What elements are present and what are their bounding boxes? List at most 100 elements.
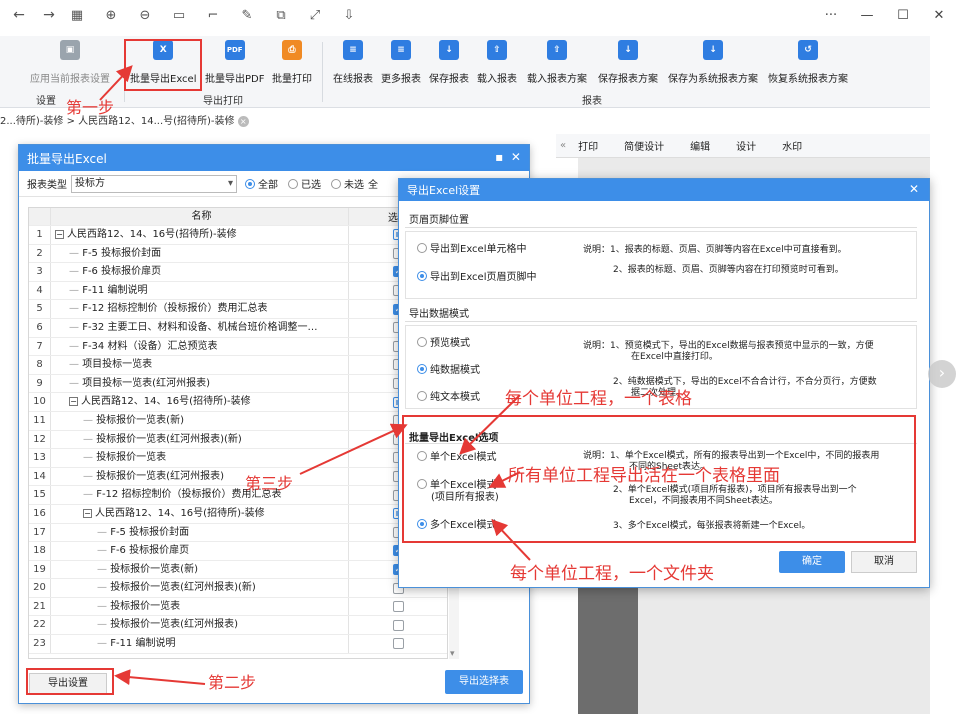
collapse-toggle-icon[interactable]: − (55, 230, 64, 239)
restore-system-scheme-button[interactable]: ↺ 恢复系统报表方案 (768, 40, 848, 85)
breadcrumb: 2...待所)-装修 > 人民西路12、14...号(招待所)-装修 × (0, 112, 249, 128)
tree-line: — (83, 489, 97, 501)
export-selected-button[interactable]: 导出选择表 (445, 670, 523, 694)
crop-icon[interactable]: ⌐ (196, 8, 230, 23)
select-checkbox[interactable] (392, 638, 404, 650)
maximize-button[interactable]: ☐ (885, 8, 921, 23)
dialog-title-bar: 批量导出Excel ▪ ✕ (19, 145, 529, 171)
table-row[interactable]: 15— F-12 招标控制价（投标报价）费用汇总表 (29, 486, 447, 505)
zoom-in-icon[interactable]: ⊕ (94, 8, 128, 23)
fullscreen-icon[interactable]: ⤢ (298, 8, 332, 23)
table-row[interactable]: 4— F-11 编制说明 (29, 281, 447, 301)
divider (405, 227, 917, 228)
save-report-button[interactable]: ↓ 保存报表 (429, 40, 469, 85)
select-checkbox[interactable] (392, 619, 404, 631)
option-header-footer[interactable]: 导出到Excel页眉页脚中 (417, 271, 537, 284)
more-reports-button[interactable]: ≡ 更多报表 (381, 40, 421, 85)
batch-export-pdf-button[interactable]: PDF 批量导出PDF (205, 40, 264, 85)
table-row[interactable]: 2— F-5 投标报价封面 (29, 244, 447, 264)
simple-design-tool[interactable]: 简便设计 (624, 138, 664, 153)
table-row[interactable]: 13— 投标报价一览表 (29, 449, 447, 468)
table-row[interactable]: 17— F-5 投标报价封面 (29, 523, 447, 543)
collapse-toggle-icon[interactable]: − (69, 397, 78, 407)
print-tool[interactable]: 打印 (578, 138, 598, 153)
collapse-toggle-icon[interactable]: − (83, 508, 92, 518)
online-report-button[interactable]: ≡ 在线报表 (333, 40, 373, 85)
tree-line: — (83, 470, 97, 482)
filter-all[interactable]: 全部 (245, 176, 278, 191)
row-number: 6 (29, 318, 51, 337)
table-row[interactable]: 8— 项目投标一览表 (29, 356, 447, 375)
table-row[interactable]: 7— F-34 材料（设备）汇总预览表 (29, 337, 447, 357)
report-grid: 名称 选择 1−人民西路12、14、16号(招待所)-装修2— F-5 投标报价… (28, 207, 448, 659)
batch-print-button[interactable]: ⎙ 批量打印 (272, 40, 312, 85)
design-tool[interactable]: 设计 (736, 138, 756, 153)
table-row[interactable]: 18— F-6 投标报价扉页✓ (29, 542, 447, 561)
tree-line: — (97, 638, 111, 650)
row-name: — F-11 编制说明 (51, 281, 349, 300)
watermark-tool[interactable]: 水印 (782, 138, 802, 153)
next-image-icon[interactable]: › (928, 360, 956, 388)
table-row[interactable]: 6— F-32 主要工日、材料和设备、机械台班价格调整一… (29, 318, 447, 338)
table-row[interactable]: 22— 投标报价一览表(红河州报表) (29, 616, 447, 636)
row-number: 15 (29, 486, 51, 504)
table-row[interactable]: 19— 投标报价一览表(新)✓ (29, 560, 447, 580)
option-cell[interactable]: 导出到Excel单元格中 (417, 243, 527, 256)
section-header-footer: 页眉页脚位置 (409, 215, 469, 226)
dialog-controls[interactable]: ▪ ✕ (495, 150, 521, 164)
close-tab-icon[interactable]: × (237, 116, 249, 127)
table-row[interactable]: 20— 投标报价一览表(红河州报表)(新) (29, 579, 447, 598)
table-row[interactable]: 5— F-12 招标控制价（投标报价）费用汇总表✓ (29, 300, 447, 319)
table-row[interactable]: 3— F-6 投标报价扉页✓ (29, 263, 447, 282)
load-report-button[interactable]: ⇧ 载入报表 (477, 40, 517, 85)
ok-button[interactable]: 确定 (779, 551, 845, 573)
table-row[interactable]: 10− 人民西路12、14、16号(招待所)-装修 (29, 393, 447, 412)
back-arrow-icon[interactable]: ← (8, 7, 30, 23)
collapse-icon[interactable]: « (560, 140, 566, 151)
cancel-button[interactable]: 取消 (851, 551, 917, 573)
close-button[interactable]: ✕ (921, 8, 957, 23)
row-name: — F-32 主要工日、材料和设备、机械台班价格调整一… (51, 318, 349, 337)
save-system-scheme-button[interactable]: ↓ 保存为系统报表方案 (668, 40, 758, 85)
table-row[interactable]: 14— 投标报价一览表(红河州报表) (29, 467, 447, 487)
load-report-scheme-button[interactable]: ⇧ 载入报表方案 (527, 40, 587, 85)
edit-icon[interactable]: ✎ (230, 8, 264, 23)
save-report-scheme-button[interactable]: ↓ 保存报表方案 (598, 40, 658, 85)
table-row[interactable]: 1− 人民西路12、14、16号(招待所)-装修 (29, 226, 447, 245)
row-name: — 投标报价一览表(新) (51, 560, 349, 579)
row-select-cell (349, 635, 447, 653)
copy-icon[interactable]: ⧉ (264, 8, 298, 23)
row-number: 12 (29, 430, 51, 449)
table-row[interactable]: 21— 投标报价一览表 (29, 597, 447, 617)
table-row[interactable]: 11— 投标报价一览表(新) (29, 411, 447, 431)
grid-icon[interactable]: ▦ (60, 8, 94, 23)
save-icon[interactable]: ⇩ (332, 8, 366, 23)
filter-selected[interactable]: 已选 (288, 176, 321, 191)
edit-tool[interactable]: 编辑 (690, 138, 710, 153)
option-preview-mode[interactable]: 预览模式 (417, 337, 470, 350)
table-row[interactable]: 23— F-11 编制说明 (29, 635, 447, 654)
option-pure-text-mode[interactable]: 纯文本模式 (417, 391, 480, 404)
row-number: 20 (29, 579, 51, 597)
filter-unselected[interactable]: 未选 (331, 176, 364, 191)
highlight-batch-export (124, 39, 202, 91)
close-icon[interactable]: ✕ (909, 182, 919, 196)
row-select-cell (349, 616, 447, 634)
option-pure-data-mode[interactable]: 纯数据模式 (417, 364, 480, 377)
report-type-select[interactable]: 投标方 (71, 174, 237, 193)
apply-settings-button[interactable]: ▣ 应用当前报表设置 (30, 40, 110, 85)
row-name: — 投标报价一览表 (51, 597, 349, 616)
preview-page (578, 588, 638, 714)
zoom-out-icon[interactable]: ⊖ (128, 8, 162, 23)
minimize-button[interactable]: — (849, 8, 885, 23)
table-row[interactable]: 16− 人民西路12、14、16号(招待所)-装修 (29, 504, 447, 524)
more-button[interactable]: ··· (813, 8, 849, 23)
select-checkbox[interactable] (392, 601, 404, 613)
forward-arrow-icon[interactable]: → (38, 7, 60, 23)
table-row[interactable]: 9— 项目投标一览表(红河州报表) (29, 374, 447, 394)
row-number: 14 (29, 467, 51, 486)
fit-icon[interactable]: ▭ (162, 8, 196, 23)
row-name: — 投标报价一览表(红河州报表) (51, 467, 349, 486)
row-number: 23 (29, 635, 51, 653)
table-row[interactable]: 12— 投标报价一览表(红河州报表)(新) (29, 430, 447, 450)
